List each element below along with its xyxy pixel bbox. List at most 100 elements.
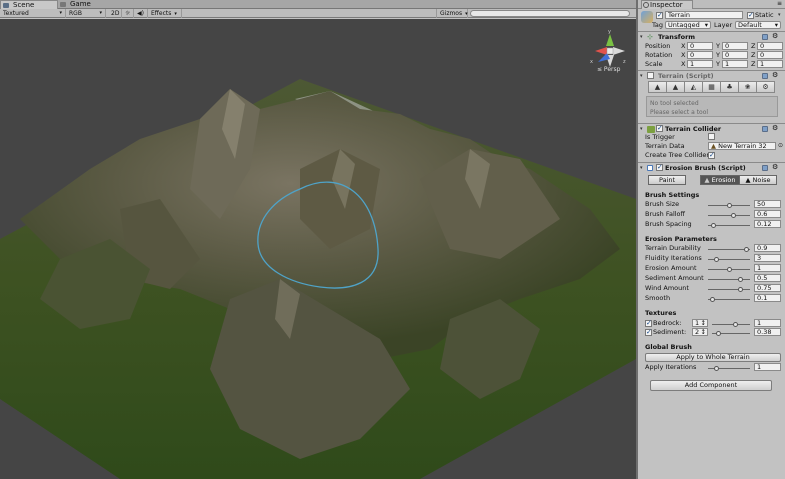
erosion-mode-button[interactable]: ▲ Erosion xyxy=(700,175,740,185)
settings-gear-icon[interactable]: ⚙ xyxy=(772,124,778,132)
position-z-field[interactable]: 0 xyxy=(757,42,783,50)
scale-z-field[interactable]: 1 xyxy=(757,60,783,68)
brush-setting-slider-knob[interactable] xyxy=(727,203,732,208)
tag-dropdown[interactable]: Untagged ▾ xyxy=(665,21,711,29)
erosion-param-value-field[interactable]: 0.75 xyxy=(754,284,781,292)
shading-mode-dropdown[interactable]: Textured ▾ xyxy=(0,9,66,18)
brush-setting-value-field[interactable]: 50 xyxy=(754,200,781,208)
is-trigger-checkbox[interactable] xyxy=(708,133,715,140)
bedrock-slider-track[interactable] xyxy=(712,324,750,325)
paint-mode-button[interactable]: Paint xyxy=(648,175,686,185)
foldout-arrow-icon[interactable]: ▾ xyxy=(640,73,643,79)
erosion-param-value-field[interactable]: 1 xyxy=(754,264,781,272)
gizmos-dropdown[interactable]: Gizmos ▾ xyxy=(436,9,468,18)
static-checkbox[interactable] xyxy=(747,11,754,19)
terrain-data-field[interactable]: ▲ New Terrain 32 xyxy=(708,142,776,150)
brush-setting-slider-knob[interactable] xyxy=(711,223,717,228)
transform-header[interactable]: ▾ ⊹ Transform ⚙ xyxy=(638,31,785,42)
scene-viewport[interactable]: y x z ≤ Persp xyxy=(0,19,636,479)
erosion-parameters-heading: Erosion Parameters xyxy=(645,235,717,243)
inspector-panel: Inspector ≡ Terrain Static ▾ Tag Untagge… xyxy=(638,0,785,479)
sediment-value-field[interactable]: 0.38 xyxy=(754,328,781,336)
erosion-param-value-field[interactable]: 0.1 xyxy=(754,294,781,302)
bedrock-checkbox[interactable] xyxy=(645,319,652,327)
erosion-param-slider-knob[interactable] xyxy=(714,257,720,262)
rotation-y-field[interactable]: 0 xyxy=(722,51,748,59)
place-trees-tool-icon[interactable]: ♣ xyxy=(720,81,739,93)
static-dropdown-icon[interactable]: ▾ xyxy=(778,12,781,18)
paint-height-tool-icon[interactable]: ▲ xyxy=(666,81,685,93)
bedrock-channel-dropdown[interactable]: 1 ↕ xyxy=(692,319,708,327)
foldout-arrow-icon[interactable]: ▾ xyxy=(640,165,643,171)
terrain-tool-strip: ▲ ▲ ◭ ▦ ♣ ❀ ⚙ xyxy=(648,81,775,93)
erosion-param-slider-knob[interactable] xyxy=(737,277,743,282)
layer-dropdown[interactable]: Default ▾ xyxy=(735,21,781,29)
erosion-param-value-field[interactable]: 3 xyxy=(754,254,781,262)
paint-details-tool-icon[interactable]: ❀ xyxy=(738,81,757,93)
effects-dropdown[interactable]: Effects ▾ xyxy=(148,9,182,18)
terrain-collider-checkbox[interactable] xyxy=(656,124,663,132)
erosion-param-slider-knob[interactable] xyxy=(727,267,732,272)
light-toggle-icon[interactable]: ☼ xyxy=(122,9,134,18)
help-icon[interactable] xyxy=(762,73,768,79)
erosion-param-slider-track[interactable] xyxy=(708,279,750,280)
object-picker-icon[interactable]: ⊙ xyxy=(778,142,783,149)
terrain-script-header[interactable]: ▾ Terrain (Script) ⚙ xyxy=(638,70,785,81)
foldout-arrow-icon[interactable]: ▾ xyxy=(640,126,643,132)
position-y-field[interactable]: 0 xyxy=(722,42,748,50)
erosion-brush-checkbox[interactable] xyxy=(656,163,663,171)
terrain-script-checkbox[interactable] xyxy=(647,72,654,79)
brush-setting-slider-knob[interactable] xyxy=(731,213,737,218)
rotation-x-field[interactable]: 0 xyxy=(687,51,713,59)
paint-texture-tool-icon[interactable]: ▦ xyxy=(702,81,721,93)
persp-label[interactable]: ≤ Persp xyxy=(597,66,620,73)
bedrock-value-field[interactable]: 1 xyxy=(754,319,781,327)
help-icon[interactable] xyxy=(762,34,768,40)
smooth-height-tool-icon[interactable]: ◭ xyxy=(684,81,703,93)
create-tree-collider-checkbox[interactable] xyxy=(708,151,715,159)
panel-menu-icon[interactable]: ≡ xyxy=(777,0,782,7)
help-icon[interactable] xyxy=(762,126,768,132)
erosion-brush-title: Erosion Brush (Script) xyxy=(665,164,746,172)
brush-setting-slider-track[interactable] xyxy=(708,215,750,216)
tab-inspector[interactable]: Inspector xyxy=(641,0,693,9)
rotation-z-field[interactable]: 0 xyxy=(757,51,783,59)
noise-mode-button[interactable]: ▲ Noise xyxy=(739,175,777,185)
add-component-button[interactable]: Add Component xyxy=(650,380,772,391)
erosion-param-label: Terrain Durability xyxy=(645,244,701,252)
position-x-field[interactable]: 0 xyxy=(687,42,713,50)
erosion-param-slider-knob[interactable] xyxy=(743,247,749,252)
sediment-slider-knob[interactable] xyxy=(715,331,721,336)
bedrock-slider-knob[interactable] xyxy=(732,322,738,327)
sediment-channel-dropdown[interactable]: 2 ↕ xyxy=(692,328,708,336)
erosion-param-slider-knob[interactable] xyxy=(737,287,743,292)
scale-y-field[interactable]: 1 xyxy=(722,60,748,68)
help-icon[interactable] xyxy=(762,165,768,171)
erosion-brush-header[interactable]: ▾ Erosion Brush (Script) ⚙ xyxy=(638,162,785,173)
scale-x-field[interactable]: 1 xyxy=(687,60,713,68)
settings-gear-icon[interactable]: ⚙ xyxy=(772,71,778,79)
erosion-param-value-field[interactable]: 0.5 xyxy=(754,274,781,282)
apply-iterations-field[interactable]: 1 xyxy=(754,363,781,371)
erosion-param-slider-track[interactable] xyxy=(708,289,750,290)
settings-gear-icon[interactable]: ⚙ xyxy=(772,32,778,40)
raise-terrain-tool-icon[interactable]: ▲ xyxy=(648,81,667,93)
object-active-checkbox[interactable] xyxy=(656,11,663,19)
2d-toggle-button[interactable]: 2D xyxy=(108,9,122,18)
sediment-checkbox[interactable] xyxy=(645,328,652,336)
apply-whole-terrain-button[interactable]: Apply to Whole Terrain xyxy=(645,353,781,362)
apply-iterations-slider-knob[interactable] xyxy=(714,366,719,371)
tab-game[interactable]: Game xyxy=(58,0,114,9)
object-name-field[interactable]: Terrain xyxy=(665,11,743,19)
tab-scene[interactable]: Scene xyxy=(0,0,58,9)
scene-search-input[interactable] xyxy=(470,10,630,17)
brush-setting-value-field[interactable]: 0.6 xyxy=(754,210,781,218)
brush-setting-value-field[interactable]: 0.12 xyxy=(754,220,781,228)
audio-toggle-icon[interactable]: ◀) xyxy=(134,9,148,18)
settings-gear-icon[interactable]: ⚙ xyxy=(772,163,778,171)
render-mode-dropdown[interactable]: RGB ▾ xyxy=(66,9,106,18)
terrain-settings-tool-icon[interactable]: ⚙ xyxy=(756,81,775,93)
erosion-param-slider-knob[interactable] xyxy=(710,297,716,302)
foldout-arrow-icon[interactable]: ▾ xyxy=(640,34,643,40)
erosion-param-value-field[interactable]: 0.9 xyxy=(754,244,781,252)
